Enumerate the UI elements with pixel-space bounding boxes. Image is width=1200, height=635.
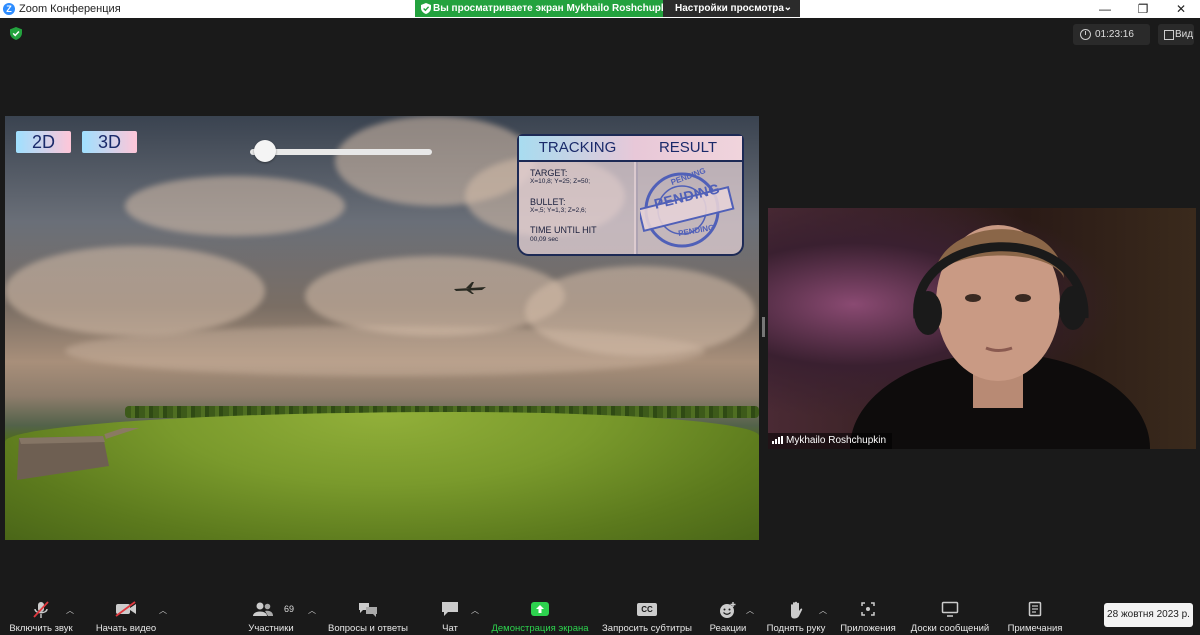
start-video-button[interactable]: Начать видео — [88, 595, 164, 635]
security-shield-icon[interactable] — [10, 27, 22, 40]
chat-label: Чат — [442, 623, 458, 634]
maximize-button[interactable]: ❐ — [1124, 0, 1162, 18]
apps-button[interactable]: Приложения — [836, 595, 900, 635]
target-value: X=10,8; Y=25; Z=50; — [530, 178, 591, 185]
result-title: RESULT — [634, 136, 742, 162]
screen-share-banner: Вы просматриваете экран Mykhailo Roshchu… — [415, 0, 675, 17]
participant-video-tile[interactable]: Mykhailo Roshchupkin — [768, 208, 1196, 449]
zoom-slider-thumb[interactable] — [253, 140, 276, 162]
timer-text: 01:23:16 — [1095, 29, 1134, 40]
view-label: Вид — [1175, 29, 1194, 40]
cannon-icon — [17, 428, 144, 480]
reactions-smiley-icon — [720, 602, 736, 618]
share-screen-button[interactable]: Демонстрация экрана — [488, 595, 592, 635]
apps-label: Приложения — [840, 623, 896, 634]
date-tooltip: 28 жовтня 2023 р. — [1104, 603, 1193, 627]
reactions-button[interactable]: Реакции — [706, 595, 750, 635]
start-video-label: Начать видео — [95, 623, 157, 634]
qa-label: Вопросы и ответы — [327, 623, 408, 634]
tracking-title: TRACKING — [519, 136, 636, 162]
raise-hand-label: Поднять руку — [766, 623, 826, 634]
title-bar: Z Zoom Конференция Вы просматриваете экр… — [0, 0, 1200, 18]
chat-options-caret-icon[interactable]: ︿ — [471, 605, 479, 616]
notes-icon — [1028, 601, 1042, 617]
signal-bars-icon — [772, 436, 783, 444]
result-panel: RESULT PENDING PENDING PENDING — [634, 134, 744, 256]
audio-options-caret-icon[interactable]: ︿ — [66, 605, 74, 616]
chevron-down-icon: ⌄ — [783, 2, 792, 13]
window-title: Zoom Конференция — [19, 3, 121, 15]
reactions-options-caret-icon[interactable]: ︿ — [746, 605, 754, 616]
chat-button[interactable]: Чат — [430, 595, 470, 635]
time-until-hit-value: 00,09 sec — [530, 236, 559, 243]
participants-options-caret-icon[interactable]: ︿ — [308, 605, 316, 616]
shield-icon — [421, 3, 431, 14]
whiteboards-button[interactable]: Доски сообщений — [904, 595, 996, 635]
tracking-panel: TRACKING TARGET: X=10,8; Y=25; Z=50; BUL… — [517, 134, 638, 256]
whiteboards-label: Доски сообщений — [910, 623, 990, 634]
bullet-value: X=,5; Y=1,3; Z=2,6; — [530, 207, 587, 214]
request-captions-button[interactable]: CC Запросить субтитры — [598, 595, 696, 635]
reactions-label: Реакции — [709, 623, 747, 634]
whiteboard-icon — [941, 601, 959, 617]
participant-name: Mykhailo Roshchupkin — [786, 435, 887, 446]
cloud — [65, 326, 705, 376]
target-plane-icon — [454, 282, 486, 294]
participant-video — [850, 225, 1150, 449]
cloud — [5, 246, 265, 336]
minimize-button[interactable]: — — [1086, 0, 1124, 18]
chat-icon — [442, 602, 458, 616]
share-banner-text: Вы просматриваете экран Mykhailo Roshchu… — [433, 3, 676, 14]
raise-hand-icon — [791, 601, 803, 619]
apps-icon — [861, 602, 875, 616]
qa-button[interactable]: Вопросы и ответы — [324, 595, 412, 635]
zoom-logo-icon: Z — [3, 3, 15, 15]
notes-label: Примечания — [1007, 623, 1063, 634]
shared-screen: 2D 3D TRACKING TARGET: X=10,8; Y=25; Z=5… — [5, 116, 759, 540]
view-settings-button[interactable]: Настройки просмотра ⌄ — [663, 0, 800, 17]
unmute-label: Включить звук — [9, 623, 73, 634]
mode-3d-button[interactable]: 3D — [82, 131, 137, 153]
participants-label: Участники — [248, 623, 294, 634]
participants-count: 69 — [284, 604, 295, 614]
participants-icon — [253, 602, 273, 616]
captions-cc-icon: CC — [637, 603, 657, 616]
participants-button[interactable]: Участники — [243, 595, 299, 635]
clock-icon — [1080, 29, 1091, 40]
panel-splitter-handle[interactable] — [762, 317, 765, 337]
grid-view-icon — [1164, 30, 1174, 40]
bullet-label: BULLET: — [530, 197, 566, 207]
request-captions-label: Запросить субтитры — [602, 623, 692, 634]
view-button[interactable]: Вид — [1158, 24, 1194, 45]
meeting-toolbar: Включить звук ︿ Начать видео ︿ Участники… — [0, 595, 1200, 635]
target-label: TARGET: — [530, 168, 568, 178]
qa-bubbles-icon — [359, 603, 377, 617]
meeting-timer[interactable]: 01:23:16 — [1073, 24, 1150, 45]
time-until-hit-label: TIME UNTIL HIT — [530, 225, 597, 235]
participant-name-tag: Mykhailo Roshchupkin — [768, 433, 893, 449]
video-off-icon — [115, 601, 136, 617]
video-options-caret-icon[interactable]: ︿ — [159, 605, 167, 616]
cloud — [305, 256, 565, 336]
notes-button[interactable]: Примечания — [1000, 595, 1070, 635]
raise-hand-options-caret-icon[interactable]: ︿ — [819, 605, 827, 616]
share-screen-label: Демонстрация экрана — [491, 623, 589, 634]
mode-2d-button[interactable]: 2D — [16, 131, 71, 153]
cloud — [125, 176, 345, 236]
view-settings-label: Настройки просмотра — [675, 3, 784, 14]
close-button[interactable]: ✕ — [1162, 0, 1200, 18]
share-screen-icon — [531, 602, 549, 616]
zoom-slider-track[interactable] — [250, 149, 432, 155]
muted-mic-icon — [33, 601, 49, 618]
